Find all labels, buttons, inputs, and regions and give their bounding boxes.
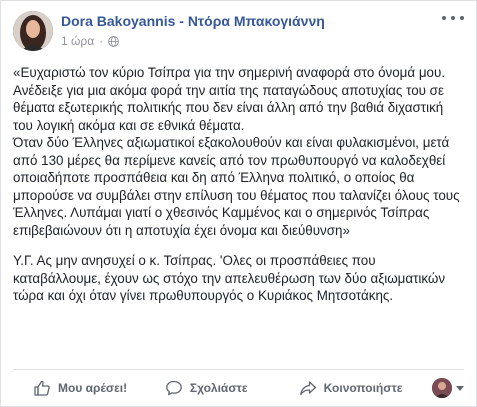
thumbs-up-icon [34,380,50,396]
post-paragraph: Υ.Γ. Ας μην ανησυχεί ο κ. Τσίπρας. 'Ολες… [13,253,446,303]
chevron-down-icon [456,385,464,391]
facebook-post: Dora Bakoyannis - Ντόρα Μπακογιάννη 1 ώρ… [0,0,477,407]
more-dot [442,16,446,20]
post-timestamp[interactable]: 1 ώρα [61,34,94,48]
post-paragraph: «Ευχαριστώ τον κύριο Τσίπρα για την σημε… [13,65,460,238]
comment-label: Σχολιάστε [189,381,248,395]
share-label: Κοινοποιήστε [323,381,403,395]
globe-icon[interactable] [108,35,119,47]
comment-button[interactable]: Σχολιάστε [155,371,291,405]
share-button[interactable]: Κοινοποιήστε [291,371,432,405]
author-avatar[interactable] [13,11,53,51]
viewer-avatar [432,378,452,398]
actions-divider [13,369,464,370]
post-body: «Ευχαριστώ τον κύριο Τσίπρα για την σημε… [13,64,466,318]
more-dot [451,16,455,20]
more-options-icon[interactable] [442,11,464,25]
meta-separator: · [99,34,104,48]
post-actions: Μου αρέσει! Σχολιάστε Κοινοποιήστε [13,371,464,405]
like-label: Μου αρέσει! [58,381,128,395]
more-dot [460,16,464,20]
share-arrow-icon [299,381,316,396]
author-name[interactable]: Dora Bakoyannis - Ντόρα Μπακογιάννη [61,13,325,29]
post-as-selector[interactable] [432,378,464,398]
post-meta: 1 ώρα · [61,34,119,48]
comment-bubble-icon [166,380,182,396]
like-button[interactable]: Μου αρέσει! [13,371,155,405]
